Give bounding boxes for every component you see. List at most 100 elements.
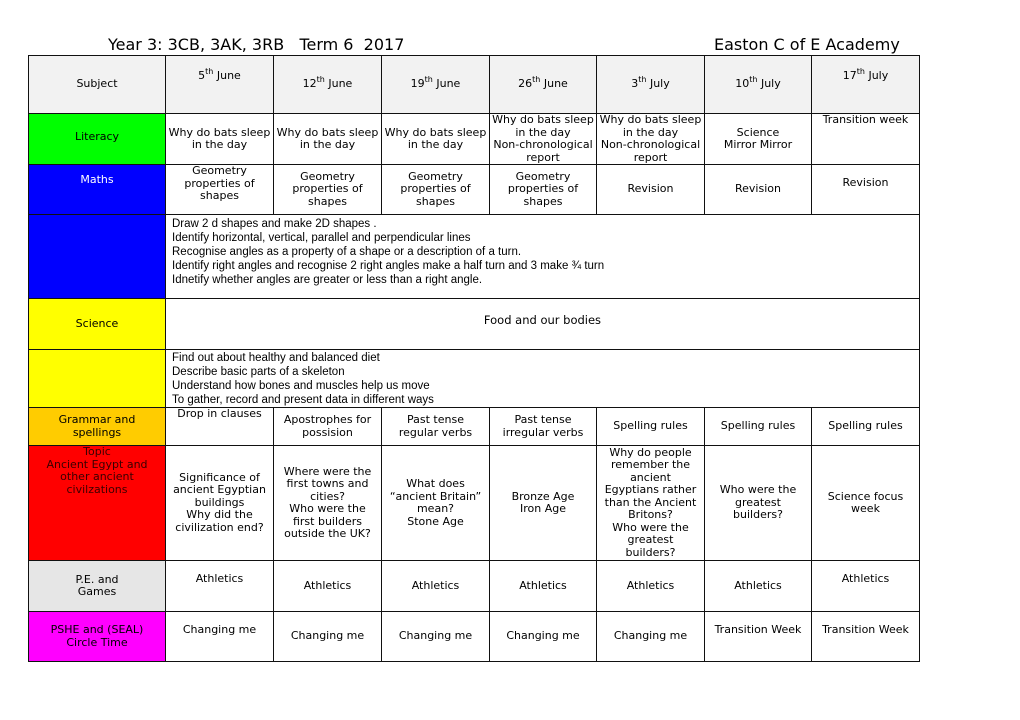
- pshe-cell: Changing me: [165, 611, 274, 662]
- cell-line: in the day: [299, 138, 356, 151]
- cell-line: Apostrophes for: [283, 413, 372, 426]
- pe-cell: Athletics: [704, 560, 812, 612]
- pe-cell: Athletics: [811, 560, 920, 612]
- objective-item: Identify right angles and recognise 2 ri…: [172, 260, 605, 272]
- pe-cell: Athletics: [165, 560, 274, 612]
- topic-cell: Why do people remember the ancient Egyptian…: [596, 445, 705, 561]
- grammar-cell: Past tense regular verbs: [381, 407, 490, 446]
- cell-line: irregular verbs: [502, 425, 584, 439]
- grammar-cell: Drop in clauses: [165, 407, 274, 446]
- maths-cell: Geometry properties of shapes: [489, 164, 597, 215]
- pe-cell: Athletics: [273, 560, 382, 612]
- pshe-cell: Changing me: [596, 611, 705, 662]
- science-topic: Food and our bodies: [165, 298, 920, 350]
- cell-line: Past tense: [514, 413, 572, 426]
- maths-cell: Geometry properties of shapes: [165, 164, 274, 215]
- school-name: Easton C of E Academy: [714, 35, 900, 54]
- cell-line: Why did the: [186, 508, 253, 522]
- week-header: 12th June: [273, 55, 382, 114]
- objective-item: Identify horizontal, vertical, parallel …: [172, 232, 471, 244]
- cell-line: Transition week: [822, 113, 909, 126]
- literacy-cell: Why do bats sleep in the day: [165, 113, 274, 165]
- grammar-cell: Spelling rules: [704, 407, 812, 446]
- subject-pshe: PSHE and (SEAL) Circle Time: [28, 611, 166, 662]
- pe-cell: Athletics: [381, 560, 490, 612]
- pshe-cell: Changing me: [273, 611, 382, 662]
- cell-line: report: [526, 150, 560, 164]
- cell-line: Athletics: [734, 578, 782, 592]
- cell-line: civilzations: [66, 482, 128, 496]
- subject-maths: Maths: [28, 164, 166, 215]
- objective-item: Recognise angles as a property of a shap…: [172, 246, 522, 258]
- cell-line: builders?: [625, 545, 676, 559]
- week-header: 3th July: [596, 55, 705, 114]
- cell-line: Changing me: [506, 629, 580, 643]
- pshe-cell: Transition Week: [811, 611, 920, 662]
- cell-line: spellings: [72, 425, 122, 439]
- cell-line: Who were the: [289, 502, 366, 515]
- literacy-cell: Science Mirror Mirror: [704, 113, 812, 165]
- cell-line: Revision: [735, 182, 781, 196]
- grammar-cell: Spelling rules: [811, 407, 920, 446]
- week-header: 17th July: [811, 55, 920, 114]
- literacy-cell: Why do bats sleep in the day: [381, 113, 490, 165]
- week-header: 19th June: [381, 55, 490, 114]
- cell-line: shapes: [416, 194, 455, 208]
- cell-line: Athletics: [519, 578, 567, 592]
- cell-line: Drop in clauses: [177, 407, 262, 420]
- cell-line: ancient Egyptian: [173, 483, 266, 497]
- subject-grammar: Grammar and spellings: [28, 407, 166, 446]
- topic-cell: Bronze Age Iron Age: [489, 445, 597, 561]
- pshe-cell: Changing me: [381, 611, 490, 662]
- maths-cell: Revision: [811, 164, 920, 215]
- science-objectives-color-block: [28, 349, 166, 408]
- cell-line: remember the: [610, 458, 691, 472]
- maths-objectives-color-block: [28, 214, 166, 299]
- cell-line: builders?: [733, 508, 783, 522]
- cell-line: Spelling rules: [720, 419, 796, 433]
- cell-line: Egyptians rather: [604, 483, 697, 497]
- cell-line: in the day: [191, 138, 248, 151]
- cell-line: Changing me: [182, 623, 257, 636]
- topic-row: Topic Ancient Egypt and other ancient civil…: [28, 445, 920, 561]
- curriculum-table: Subject 5th June 12th June 19th June 26t…: [28, 55, 920, 662]
- topic-cell: Science focus week: [811, 445, 920, 561]
- cell-line: Circle Time: [66, 635, 128, 649]
- objective-item: Find out about healthy and balanced diet: [172, 352, 380, 364]
- week-header: 10th July: [704, 55, 812, 114]
- cell-line: Non-chronological: [600, 138, 701, 151]
- cell-line: shapes: [523, 194, 563, 208]
- cell-line: Changing me: [398, 629, 473, 643]
- literacy-cell: Why do bats sleep in the day Non-chronolog…: [489, 113, 597, 165]
- cell-line: first towns and: [286, 477, 369, 490]
- cell-line: Who were the: [719, 483, 797, 497]
- cell-line: Revision: [842, 176, 889, 189]
- maths-cell: Revision: [704, 164, 812, 215]
- pe-row: P.E. and Games Athletics Athletics Athlet…: [28, 560, 920, 612]
- cell-line: Athletics: [626, 578, 675, 592]
- objective-item: Understand how bones and muscles help us…: [172, 380, 430, 392]
- header-row: Subject 5th June 12th June 19th June 26t…: [28, 55, 920, 114]
- maths-cell: Geometry properties of shapes: [273, 164, 382, 215]
- week-header: 26th June: [489, 55, 597, 114]
- cell-line: shapes: [308, 194, 347, 208]
- cell-line: Non-chronological: [493, 138, 593, 151]
- cell-line: properties of: [292, 182, 363, 196]
- subject-header: Subject: [28, 55, 166, 114]
- cell-line: Mirror Mirror: [723, 138, 793, 151]
- subject-science: Science: [28, 298, 166, 350]
- cell-line: Stone Age: [407, 514, 464, 528]
- cell-line: Athletics: [841, 572, 890, 585]
- cell-line: other ancient: [60, 470, 134, 483]
- pshe-cell: Transition Week: [704, 611, 812, 662]
- cell-line: properties of: [400, 182, 471, 196]
- subject-pe: P.E. and Games: [28, 560, 166, 612]
- literacy-cell: Transition week: [811, 113, 920, 165]
- topic-cell: Significance of ancient Egyptian buildings…: [165, 445, 274, 561]
- subject-topic: Topic Ancient Egypt and other ancient civil…: [28, 445, 166, 561]
- cell-line: shapes: [200, 189, 239, 202]
- maths-row: Maths Geometry properties of shapes Geomet…: [28, 164, 920, 215]
- science-objectives-row: Find out about healthy and balanced diet…: [28, 349, 920, 408]
- objective-item: Idnetify whether angles are greater or l…: [172, 274, 483, 286]
- topic-cell: What does “ancient Britain” mean? Stone Age: [381, 445, 490, 561]
